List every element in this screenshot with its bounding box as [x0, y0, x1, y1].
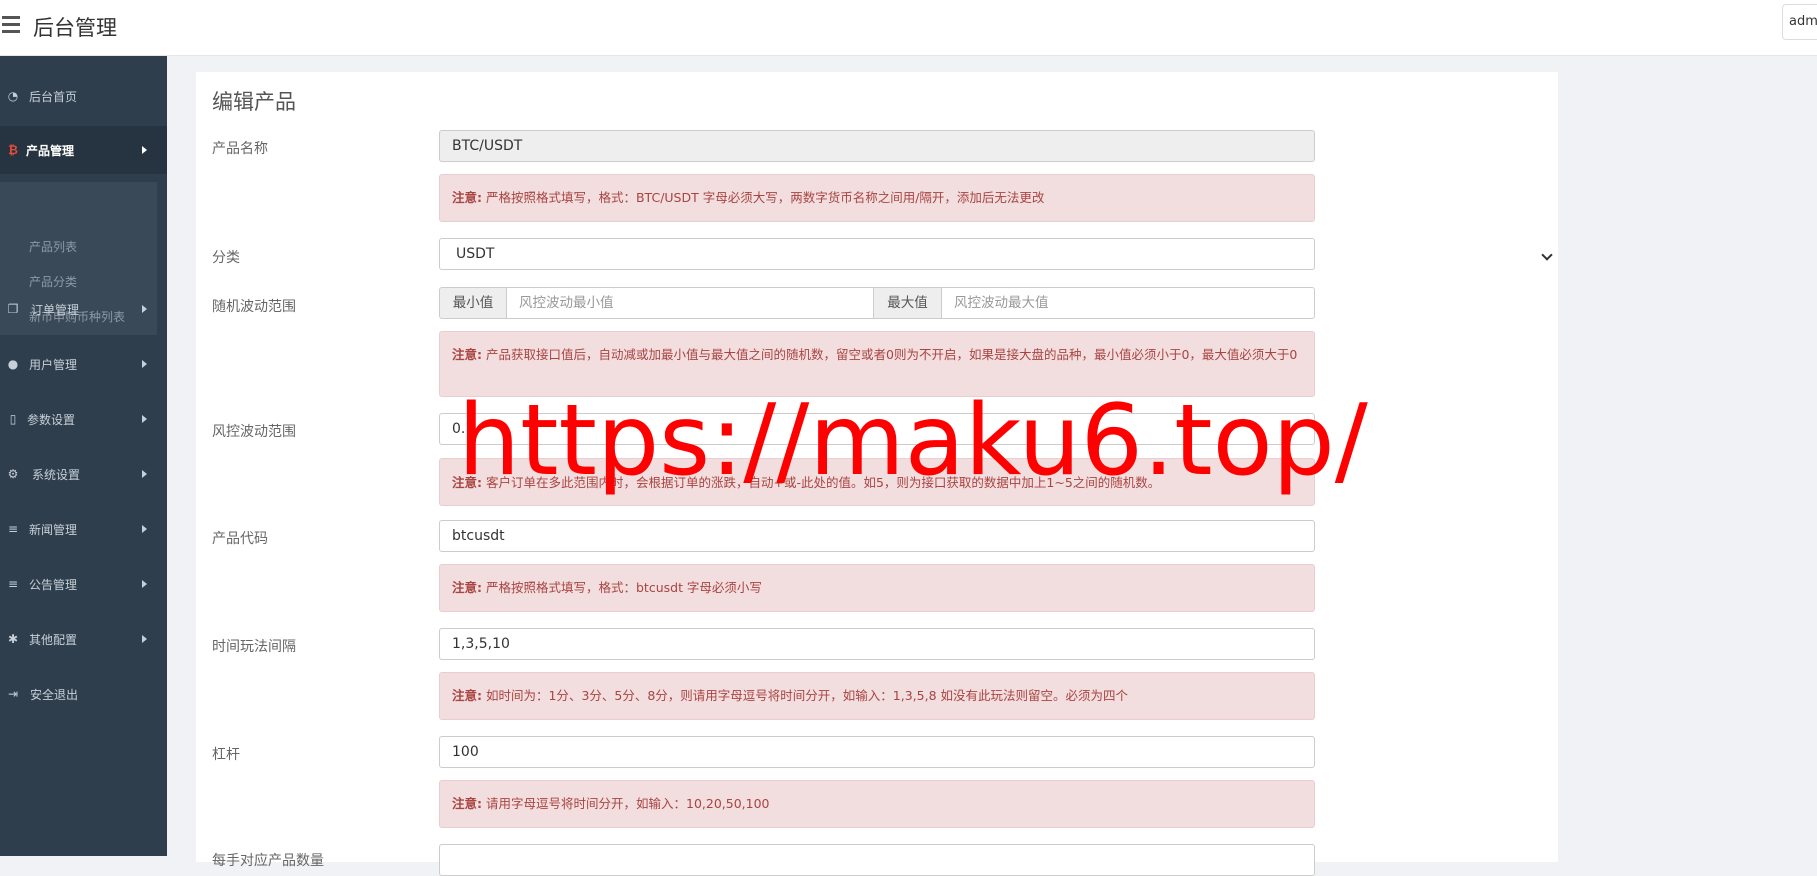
gear-icon: ✱	[7, 632, 19, 646]
sidebar-item-orders[interactable]: ❐ 订单管理	[0, 289, 167, 329]
dashboard-icon: ◔	[7, 89, 19, 103]
note-text: 严格按照格式填写，格式：BTC/USDT 字母必须大写，两数字货币名称之间用/隔…	[485, 190, 1045, 205]
sidebar-item-label: 公告管理	[29, 578, 78, 592]
submenu-item-product-list[interactable]: 产品列表	[29, 238, 77, 255]
note-label: 注意:	[452, 190, 482, 205]
sidebar-item-notices[interactable]: ≡ 公告管理	[0, 564, 167, 604]
note-label: 注意:	[452, 796, 482, 811]
product-code-note: 注意: 严格按照格式填写，格式：btcusdt 字母必须小写	[439, 564, 1315, 612]
category-label: 分类	[212, 250, 240, 266]
chevron-right-icon	[142, 415, 147, 423]
time-interval-label: 时间玩法间隔	[212, 639, 296, 655]
max-value-addon: 最大值	[873, 287, 942, 319]
min-value-addon: 最小值	[439, 287, 507, 319]
sidebar-item-label: 参数设置	[27, 413, 76, 427]
risk-range-label: 风控波动范围	[212, 424, 296, 440]
product-code-label: 产品代码	[212, 531, 268, 547]
note-label: 注意:	[452, 347, 482, 362]
time-interval-input[interactable]: 1,3,5,10	[439, 628, 1315, 660]
top-bar: 后台管理 adm	[0, 0, 1817, 56]
sidebar-item-params[interactable]: ▯ 参数设置	[0, 399, 167, 439]
min-value-input[interactable]: 风控波动最小值	[506, 287, 874, 319]
user-icon: ●	[7, 357, 19, 371]
sidebar-item-label: 订单管理	[31, 303, 80, 317]
product-name-input[interactable]: BTC/USDT	[439, 130, 1315, 162]
watermark-text: https://maku6.top/	[458, 384, 1368, 498]
sidebar: ◔ 后台首页 ₿ 产品管理 产品列表 产品分类 新币申购币种列表 ❐ 订单管理 …	[0, 56, 167, 856]
sidebar-item-label: 后台首页	[29, 90, 78, 104]
menu-toggle-icon[interactable]	[2, 16, 20, 34]
bitcoin-icon: ₿	[8, 143, 18, 157]
note-text: 严格按照格式填写，格式：btcusdt 字母必须小写	[485, 580, 762, 595]
sidebar-item-news[interactable]: ≡ 新闻管理	[0, 509, 167, 549]
file-icon: ▯	[9, 412, 17, 426]
chevron-right-icon	[142, 580, 147, 588]
leverage-input[interactable]: 100	[439, 736, 1315, 768]
note-text: 产品获取接口值后，自动减或加最小值与最大值之间的随机数，留空或者0则为不开启，如…	[485, 347, 1298, 362]
chevron-right-icon	[142, 146, 147, 154]
list-icon: ≡	[7, 522, 19, 536]
list-icon: ≡	[7, 577, 19, 591]
sidebar-item-dashboard[interactable]: ◔ 后台首页	[0, 76, 167, 116]
leverage-note: 注意: 请用字母逗号将时间分开，如输入：10,20,50,100	[439, 780, 1315, 828]
sidebar-item-label: 新闻管理	[29, 523, 78, 537]
chevron-right-icon	[142, 305, 147, 313]
chevron-right-icon	[142, 470, 147, 478]
time-interval-note: 注意: 如时间为：1分、3分、5分、8分，则请用字母逗号将时间分开，如输入：1,…	[439, 672, 1315, 720]
sidebar-item-label: 其他配置	[29, 633, 78, 647]
category-selected-value: USDT	[456, 246, 495, 262]
chevron-right-icon	[142, 360, 147, 368]
sidebar-item-users[interactable]: ● 用户管理	[0, 344, 167, 384]
category-select[interactable]: USDT	[439, 238, 1553, 270]
sidebar-item-products[interactable]: ₿ 产品管理	[0, 126, 167, 174]
lot-quantity-label: 每手对应产品数量	[212, 853, 324, 869]
random-range-label: 随机波动范围	[212, 299, 296, 315]
sidebar-item-system[interactable]: ⚙ 系统设置	[0, 454, 167, 494]
cogs-icon: ⚙	[7, 467, 19, 481]
chevron-down-icon	[1541, 249, 1553, 261]
note-label: 注意:	[452, 580, 482, 595]
sidebar-item-logout[interactable]: ⇥ 安全退出	[0, 674, 167, 714]
sidebar-item-label: 安全退出	[30, 688, 79, 702]
product-code-input[interactable]: btcusdt	[439, 520, 1315, 552]
sidebar-item-label: 产品管理	[26, 144, 75, 158]
page-title: 编辑产品	[212, 90, 296, 114]
user-menu-button[interactable]: adm	[1782, 4, 1817, 40]
note-label: 注意:	[452, 688, 482, 703]
sidebar-item-other-config[interactable]: ✱ 其他配置	[0, 619, 167, 659]
note-text: 请用字母逗号将时间分开，如输入：10,20,50,100	[485, 796, 770, 811]
sidebar-item-label: 用户管理	[29, 358, 78, 372]
chevron-right-icon	[142, 525, 147, 533]
sign-out-icon: ⇥	[7, 687, 19, 701]
product-name-note: 注意: 严格按照格式填写，格式：BTC/USDT 字母必须大写，两数字货币名称之…	[439, 174, 1315, 222]
max-value-input[interactable]: 风控波动最大值	[941, 287, 1315, 319]
leverage-label: 杠杆	[212, 747, 240, 763]
lot-quantity-input[interactable]	[439, 844, 1315, 876]
sidebar-item-label: 系统设置	[32, 468, 81, 482]
note-text: 如时间为：1分、3分、5分、8分，则请用字母逗号将时间分开，如输入：1,3,5,…	[485, 688, 1129, 703]
app-title: 后台管理	[33, 16, 117, 40]
chevron-right-icon	[142, 635, 147, 643]
product-name-label: 产品名称	[212, 141, 268, 157]
copy-icon: ❐	[7, 302, 19, 316]
submenu-item-product-category[interactable]: 产品分类	[29, 273, 77, 290]
